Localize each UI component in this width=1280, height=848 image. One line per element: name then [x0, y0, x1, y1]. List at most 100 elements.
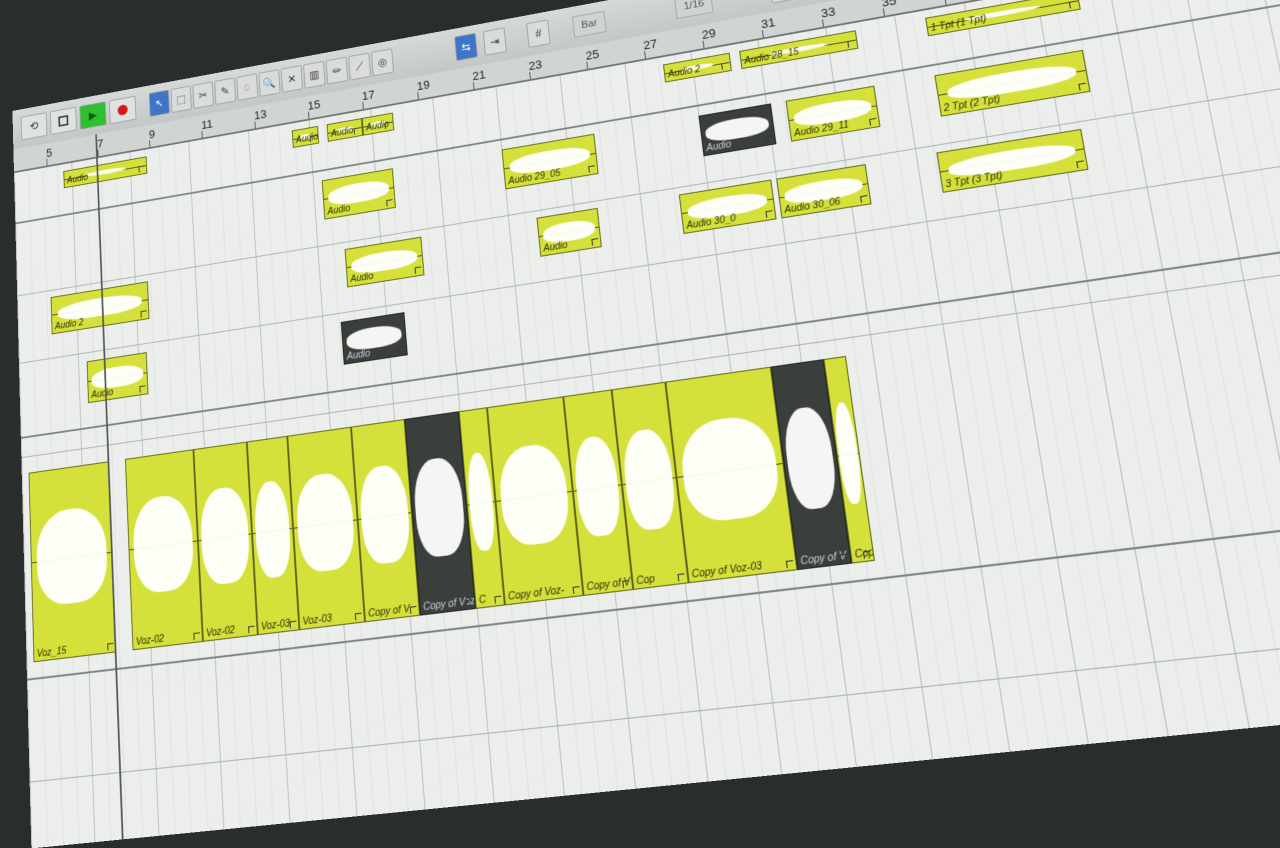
waveform-icon [346, 322, 403, 352]
audio-clip[interactable]: Audio [291, 125, 320, 148]
clip-volume-handle-icon[interactable] [409, 605, 417, 614]
grid-type-select[interactable]: Bar [571, 10, 607, 38]
audio-clip[interactable]: Audio 29_11 [785, 85, 881, 142]
ruler-tick [944, 0, 947, 5]
clip-name: Cop [635, 573, 656, 588]
quantize-icon[interactable]: ⋋ [768, 0, 796, 4]
clip-name: Audio [346, 348, 371, 363]
play-button[interactable]: ▶ [79, 101, 107, 130]
audio-clip[interactable]: 1 Tpt (1 Tpt) [925, 0, 1081, 37]
audio-clip[interactable]: Audio [344, 236, 425, 288]
ruler-tick [362, 101, 364, 110]
clip-name: Audio [66, 172, 89, 186]
audio-clip[interactable]: Audio 30_06 [776, 164, 872, 219]
clip-volume-handle-icon[interactable] [862, 550, 872, 559]
clip-name: Audio [327, 203, 351, 218]
audio-clip[interactable]: Audio 2 [50, 281, 150, 335]
auto-scroll-icon[interactable]: ⇆ [454, 32, 478, 62]
clip-volume-handle-icon[interactable] [1076, 160, 1085, 169]
audio-clip[interactable]: 3 Tpt (3 Tpt) [936, 128, 1089, 193]
clip-volume-handle-icon[interactable] [353, 127, 361, 135]
ruler-bar-label: 15 [307, 97, 321, 113]
split-tool-icon[interactable]: ✂ [192, 81, 214, 110]
audio-clip[interactable]: Audio [321, 168, 396, 220]
play-tool-icon[interactable]: ◎ [370, 48, 395, 77]
clip-name: Audio 2 [667, 64, 701, 81]
comp-tool-icon[interactable]: ▥ [303, 60, 326, 89]
audio-clip[interactable]: Audio [63, 156, 148, 189]
loop-back-icon[interactable]: ⟲ [20, 112, 48, 141]
mute-tool-icon[interactable]: ✕ [280, 65, 304, 93]
line-tool-icon[interactable]: ⟋ [348, 52, 372, 81]
stop-button[interactable] [49, 106, 77, 136]
clip-volume-handle-icon[interactable] [677, 573, 686, 582]
ruler-tick [472, 82, 475, 90]
vocal-clip[interactable]: Voz_15 [28, 461, 117, 663]
ruler-tick [644, 51, 646, 59]
clip-volume-handle-icon[interactable] [386, 199, 394, 207]
clip-volume-handle-icon[interactable] [414, 266, 422, 274]
ruler-tick [702, 40, 705, 49]
clip-volume-handle-icon[interactable] [107, 642, 114, 651]
clip-volume-handle-icon[interactable] [139, 385, 146, 393]
audio-clip[interactable]: Audio [536, 207, 602, 257]
waveform-icon [35, 503, 109, 608]
clip-volume-handle-icon[interactable] [1078, 82, 1087, 91]
clip-volume-handle-icon[interactable] [847, 39, 856, 48]
object-select-tool-icon[interactable]: ↖ [148, 89, 170, 117]
clip-volume-handle-icon[interactable] [138, 165, 145, 173]
audio-clip[interactable]: Audio [340, 312, 408, 365]
clip-volume-handle-icon[interactable] [140, 310, 147, 318]
clip-name: Voz-03 [302, 613, 333, 628]
waveform-icon [91, 362, 144, 391]
vocal-clip[interactable]: Voz-02 [124, 449, 203, 651]
draw-tool-icon[interactable]: ✏ [325, 56, 349, 85]
grid-icon[interactable]: # [526, 19, 551, 48]
zoom-tool-icon[interactable]: 🔍 [258, 69, 281, 97]
clip-volume-handle-icon[interactable] [465, 599, 473, 608]
clip-name: Audio 28_15 [743, 47, 800, 67]
clip-volume-handle-icon[interactable] [721, 62, 729, 70]
audio-clip[interactable]: Audio 2 [662, 52, 732, 83]
waveform-icon [945, 61, 1079, 104]
glue-tool-icon[interactable]: ✎ [214, 77, 236, 106]
clip-volume-handle-icon[interactable] [588, 165, 596, 173]
clip-volume-handle-icon[interactable] [765, 135, 774, 144]
clip-volume-handle-icon[interactable] [397, 346, 405, 354]
audio-clip[interactable]: Audio [86, 352, 149, 404]
ruler-bar-label: 21 [471, 67, 487, 84]
audio-clip[interactable]: Audio [361, 112, 395, 136]
clip-volume-handle-icon[interactable] [193, 632, 201, 641]
range-tool-icon[interactable]: ⬚ [170, 85, 192, 114]
waveform-icon [541, 217, 597, 245]
clip-volume-handle-icon[interactable] [354, 612, 362, 621]
clip-volume-handle-icon[interactable] [785, 560, 794, 569]
clip-volume-handle-icon[interactable] [572, 586, 581, 595]
clip-volume-handle-icon[interactable] [289, 620, 297, 629]
clip-volume-handle-icon[interactable] [591, 238, 599, 246]
snap-icon[interactable]: ⇥ [482, 27, 507, 56]
clip-volume-handle-icon[interactable] [839, 553, 849, 562]
ruler-tick [882, 8, 885, 16]
clip-volume-handle-icon[interactable] [622, 580, 630, 589]
arrange-window: ⟲ ▶ ↖ ⬚ ✂ ✎ ◌ 🔍 ✕ ▥ ✏ ⟋ ◎ ⇆ ⇥ # Bar 1/16… [12, 0, 1280, 848]
waveform-icon [84, 166, 126, 178]
clip-volume-handle-icon[interactable] [384, 121, 392, 130]
clip-volume-handle-icon[interactable] [860, 195, 869, 203]
audio-clip[interactable]: Audio [698, 103, 777, 157]
clip-volume-handle-icon[interactable] [494, 595, 502, 604]
record-button[interactable] [108, 95, 137, 125]
audio-clip[interactable]: Audio 29_05 [501, 133, 599, 190]
clip-volume-handle-icon[interactable] [869, 117, 878, 126]
quantize-select[interactable]: 1/16 [674, 0, 714, 20]
clip-volume-handle-icon[interactable] [1068, 0, 1078, 9]
clip-name: Audio [542, 240, 569, 255]
ruler-bar-label: 13 [253, 107, 267, 123]
erase-tool-icon[interactable]: ◌ [236, 73, 259, 101]
audio-clip[interactable]: Audio 30_0 [678, 179, 777, 235]
clip-volume-handle-icon[interactable] [309, 135, 317, 143]
audio-clip[interactable]: Audio [326, 118, 364, 142]
clip-name: Copy of Voz-03 [691, 560, 763, 581]
clip-volume-handle-icon[interactable] [765, 210, 774, 218]
clip-volume-handle-icon[interactable] [248, 625, 255, 634]
